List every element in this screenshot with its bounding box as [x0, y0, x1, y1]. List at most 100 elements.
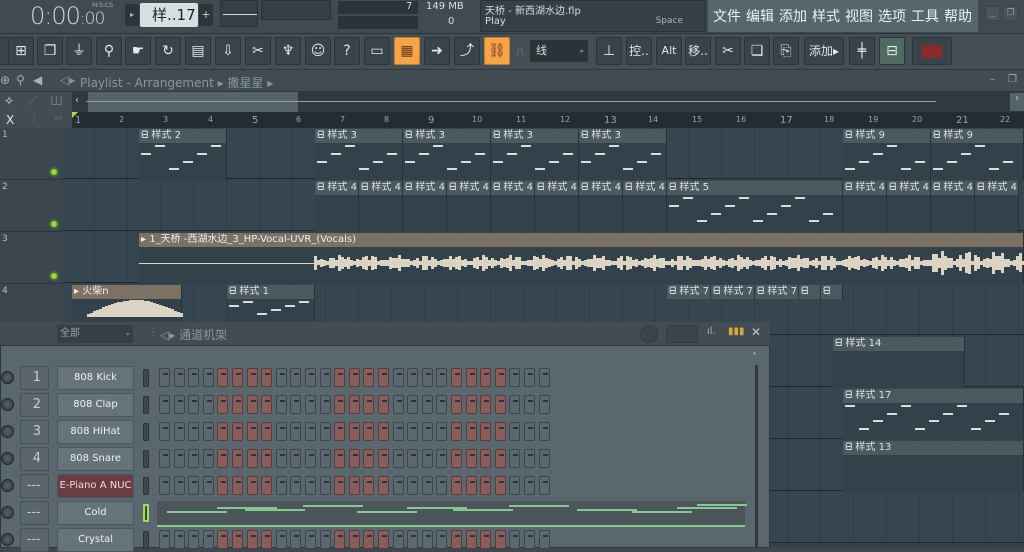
step-button[interactable]	[538, 449, 550, 468]
step-button[interactable]	[465, 422, 477, 441]
channel-name-button[interactable]: Crystal	[57, 528, 134, 552]
mixer-track-selector[interactable]: 2	[20, 393, 49, 417]
step-button[interactable]	[363, 530, 375, 549]
alt-button[interactable]: Alt	[656, 37, 682, 65]
step-button[interactable]	[305, 422, 316, 441]
step-button[interactable]	[348, 395, 360, 414]
step-button[interactable]	[261, 368, 273, 387]
step-button[interactable]	[173, 449, 185, 468]
step-button[interactable]	[407, 395, 419, 414]
step-button[interactable]	[407, 530, 419, 549]
channel-pan-knob[interactable]	[1, 506, 14, 519]
step-button[interactable]	[509, 530, 521, 549]
step-button[interactable]	[509, 449, 521, 468]
step-button[interactable]	[407, 449, 419, 468]
scissors-icon[interactable]: ✂	[715, 37, 741, 65]
step-button[interactable]	[217, 449, 229, 468]
step-button[interactable]	[159, 449, 170, 468]
step-button[interactable]	[494, 422, 506, 441]
step-button[interactable]	[319, 395, 331, 414]
step-button[interactable]	[232, 422, 243, 441]
step-button[interactable]	[465, 449, 477, 468]
audio-clip[interactable]: ▸ 1_天桥 -西湖水边_3_HP-Vocal-UVR_(Vocals)	[139, 233, 1024, 284]
step-button[interactable]	[159, 530, 170, 549]
track-header-2[interactable]: 2	[0, 180, 62, 232]
step-button[interactable]	[436, 395, 448, 414]
step-button[interactable]	[261, 422, 273, 441]
step-button[interactable]	[465, 530, 477, 549]
step-button[interactable]	[188, 422, 200, 441]
step-button[interactable]	[348, 530, 360, 549]
curve-icon[interactable]: ⤴	[454, 37, 480, 65]
channel-pan-knob[interactable]	[1, 371, 14, 384]
step-button[interactable]	[436, 530, 448, 549]
step-button[interactable]	[480, 476, 492, 495]
step-button[interactable]	[334, 395, 346, 414]
step-button[interactable]	[436, 476, 448, 495]
track-header-3[interactable]: 3	[0, 232, 62, 284]
pattern-selector[interactable]: 样..17	[140, 3, 198, 27]
step-button[interactable]	[290, 530, 302, 549]
step-button[interactable]	[319, 422, 331, 441]
scroll-viewport[interactable]	[88, 92, 298, 112]
step-button[interactable]	[538, 530, 550, 549]
channel-pan-knob[interactable]	[1, 452, 14, 465]
step-button[interactable]	[524, 368, 535, 387]
step-button[interactable]	[392, 422, 404, 441]
audio-clip-icon[interactable]: ✧	[4, 94, 14, 108]
step-button[interactable]	[232, 530, 243, 549]
paste-icon[interactable]: ⎘	[773, 37, 799, 65]
pattern-prev-button[interactable]: ▸	[125, 4, 139, 26]
menu-help[interactable]: 帮助	[944, 6, 972, 26]
pattern-clip[interactable]: ᗺ 样式 4	[491, 181, 535, 232]
save-icon[interactable]: ▤	[185, 37, 211, 65]
arrow-right-icon[interactable]: ➜	[424, 37, 450, 65]
step-button[interactable]	[246, 368, 258, 387]
step-button[interactable]	[363, 422, 375, 441]
step-button[interactable]	[407, 476, 419, 495]
playlist-minimize-button[interactable]: –	[990, 74, 995, 85]
pattern-clip[interactable]: ᗺ 样式 4	[403, 181, 447, 232]
step-button[interactable]	[451, 395, 462, 414]
channel-name-button[interactable]: 808 HiHat	[57, 420, 134, 444]
channel-pan-knob[interactable]	[1, 425, 14, 438]
channel-name-button[interactable]: E-Piano A NUC	[57, 474, 134, 498]
mixer-track-selector[interactable]: ---	[20, 474, 49, 498]
step-button[interactable]	[378, 422, 389, 441]
step-button[interactable]	[378, 530, 389, 549]
automation-clip[interactable]: ᗺ 样式 13	[843, 441, 1024, 491]
channel-name-button[interactable]: 808 Kick	[57, 366, 134, 390]
step-button[interactable]	[275, 476, 287, 495]
step-button[interactable]	[202, 368, 214, 387]
step-button[interactable]	[480, 530, 492, 549]
pattern-clip[interactable]: ᗺ 样式 4	[975, 181, 1019, 232]
step-button[interactable]	[451, 368, 462, 387]
microphone-icon[interactable]: ♆	[275, 37, 301, 65]
pattern-clip[interactable]: ᗺ 样式 4	[447, 181, 491, 232]
step-button[interactable]	[451, 530, 462, 549]
step-button[interactable]	[509, 395, 521, 414]
step-button[interactable]	[524, 395, 535, 414]
restore-button[interactable]: ❐	[1003, 6, 1018, 21]
track-mute-led[interactable]	[49, 271, 59, 281]
step-button[interactable]	[509, 422, 521, 441]
step-button[interactable]	[246, 476, 258, 495]
pattern-clip[interactable]: ᗺ 样式 3	[403, 129, 491, 180]
pattern-clip[interactable]: ᗺ 样式 4	[579, 181, 623, 232]
stretch-icon[interactable]: ↔	[54, 113, 62, 124]
undo-icon[interactable]: ↻	[155, 37, 181, 65]
step-button[interactable]	[305, 530, 316, 549]
channel-filter-select[interactable]: 全部 ▸	[57, 325, 133, 343]
step-button[interactable]	[188, 449, 200, 468]
step-button[interactable]	[290, 449, 302, 468]
step-button[interactable]	[524, 530, 535, 549]
channel-name-button[interactable]: Cold	[57, 501, 134, 525]
step-button[interactable]	[217, 368, 229, 387]
cut-audio-icon[interactable]: ✂	[245, 37, 271, 65]
step-button[interactable]	[524, 476, 535, 495]
step-button[interactable]	[173, 395, 185, 414]
step-button[interactable]	[173, 530, 185, 549]
step-button[interactable]	[305, 395, 316, 414]
step-button[interactable]	[290, 422, 302, 441]
channel-select-led[interactable]	[143, 369, 149, 387]
